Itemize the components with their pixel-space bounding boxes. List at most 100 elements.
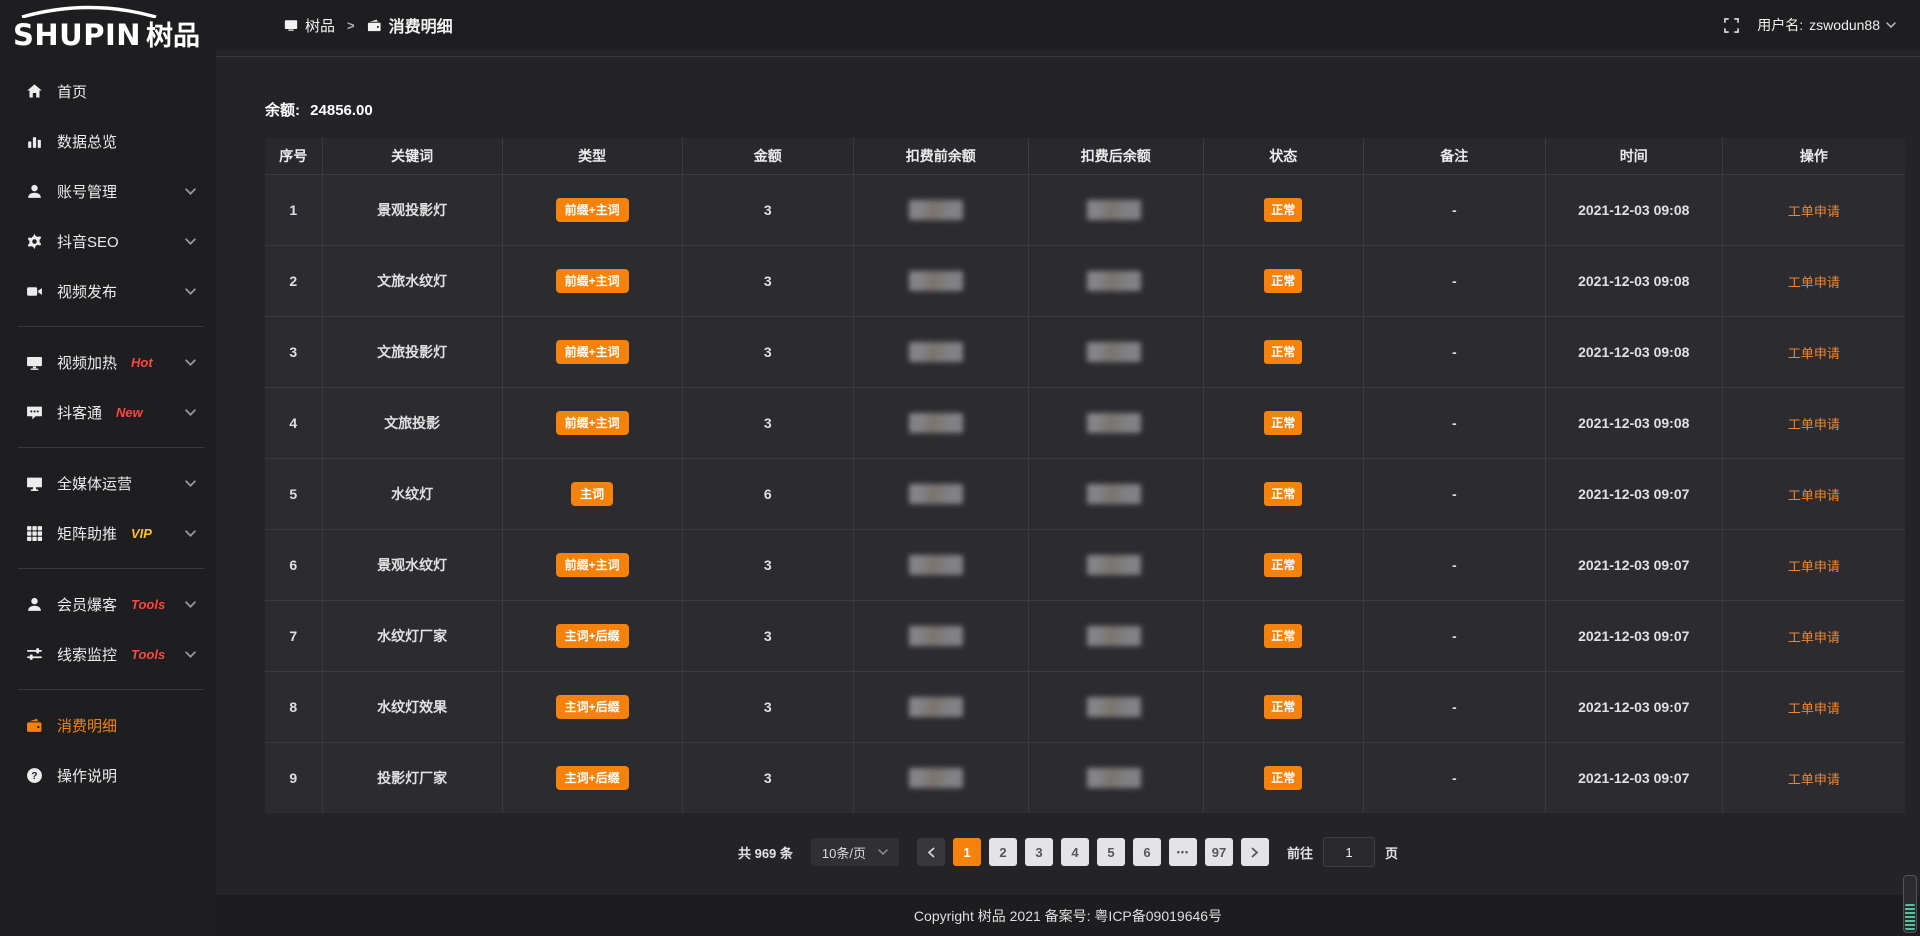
- sidebar-item-video-publish[interactable]: 视频发布: [0, 266, 216, 316]
- sidebar-item-clue-monitor[interactable]: 线索监控Tools: [0, 629, 216, 679]
- masked-balance: [909, 413, 963, 433]
- scrollbar-widget[interactable]: [1903, 875, 1917, 933]
- page-button-6[interactable]: 6: [1133, 838, 1161, 866]
- work-order-link[interactable]: 工单申请: [1788, 772, 1840, 787]
- cell-remark: -: [1363, 246, 1545, 317]
- sidebar-item-label: 全媒体运营: [57, 473, 132, 494]
- work-order-link[interactable]: 工单申请: [1788, 275, 1840, 290]
- cell-action: 工单申请: [1722, 459, 1905, 530]
- page-button-97[interactable]: 97: [1205, 838, 1233, 866]
- sidebar-divider: [18, 326, 204, 327]
- cell-index: 6: [265, 530, 322, 601]
- chevron-down-icon: [185, 530, 196, 537]
- sidebar-item-label: 数据总览: [57, 131, 117, 152]
- page-ellipsis-button[interactable]: •••: [1169, 838, 1197, 866]
- type-badge: 前缀+主词: [556, 269, 629, 293]
- topbar: 树品 > 消费明细 用户名: zswodun88: [216, 0, 1920, 50]
- goto-page-input[interactable]: [1323, 837, 1375, 867]
- cell-amount: 3: [682, 743, 853, 814]
- chevron-down-icon: [185, 188, 196, 195]
- page-button-4[interactable]: 4: [1061, 838, 1089, 866]
- sidebar-item-label: 视频加热: [57, 352, 117, 373]
- type-badge: 主词+后缀: [556, 766, 629, 790]
- balance-label: 余额:: [265, 102, 300, 119]
- cell-index: 3: [265, 317, 322, 388]
- column-header-balance-after: 扣费后余额: [1028, 138, 1203, 175]
- table-row: 9投影灯厂家主词+后缀3正常-2021-12-03 09:07工单申请: [265, 743, 1905, 814]
- sidebar-item-douyin-seo[interactable]: 抖音SEO: [0, 216, 216, 266]
- work-order-link[interactable]: 工单申请: [1788, 417, 1840, 432]
- sidebar-item-label: 操作说明: [57, 765, 117, 786]
- cell-keyword: 文旅水纹灯: [322, 246, 502, 317]
- cell-type: 主词: [502, 459, 682, 530]
- sidebar-item-member-baoke[interactable]: 会员爆客Tools: [0, 579, 216, 629]
- cell-index: 7: [265, 601, 322, 672]
- cell-index: 8: [265, 672, 322, 743]
- cell-balance-after: [1028, 743, 1203, 814]
- breadcrumb-item-current[interactable]: 消费明细: [367, 13, 453, 37]
- work-order-link[interactable]: 工单申请: [1788, 630, 1840, 645]
- cell-remark: -: [1363, 601, 1545, 672]
- sidebar-item-label: 视频发布: [57, 281, 117, 302]
- work-order-link[interactable]: 工单申请: [1788, 346, 1840, 361]
- cell-time: 2021-12-03 09:08: [1545, 317, 1722, 388]
- app-window-icon: [284, 18, 298, 32]
- copyright-text: Copyright 树品 2021 备案号: 粤ICP备09019646号: [914, 906, 1222, 926]
- cell-time: 2021-12-03 09:07: [1545, 530, 1722, 601]
- sidebar-item-matrix-boost[interactable]: 矩阵助推VIP: [0, 508, 216, 558]
- table-row: 1景观投影灯前缀+主词3正常-2021-12-03 09:08工单申请: [265, 175, 1905, 246]
- chat-icon: [25, 404, 44, 421]
- status-badge: 正常: [1264, 198, 1302, 222]
- cell-balance-after: [1028, 317, 1203, 388]
- masked-balance: [1087, 342, 1141, 362]
- status-badge: 正常: [1264, 340, 1302, 364]
- cell-balance-after: [1028, 175, 1203, 246]
- sidebar-item-label: 抖客通: [57, 402, 102, 423]
- sidebar-item-all-media[interactable]: 全媒体运营: [0, 458, 216, 508]
- sidebar-item-video-heat[interactable]: 视频加热Hot: [0, 337, 216, 387]
- header-divider: [216, 56, 1920, 57]
- masked-balance: [909, 484, 963, 504]
- cell-time: 2021-12-03 09:08: [1545, 246, 1722, 317]
- work-order-link[interactable]: 工单申请: [1788, 488, 1840, 503]
- cell-type: 前缀+主词: [502, 175, 682, 246]
- type-badge: 前缀+主词: [556, 553, 629, 577]
- cell-balance-before: [853, 601, 1028, 672]
- work-order-link[interactable]: 工单申请: [1788, 204, 1840, 219]
- prev-page-button[interactable]: [917, 838, 945, 866]
- sidebar-item-douketong[interactable]: 抖客通New: [0, 387, 216, 437]
- page-button-1[interactable]: 1: [953, 838, 981, 866]
- sidebar-item-label: 线索监控: [57, 644, 117, 665]
- cell-type: 前缀+主词: [502, 246, 682, 317]
- cell-index: 2: [265, 246, 322, 317]
- cell-balance-after: [1028, 459, 1203, 530]
- next-page-button[interactable]: [1241, 838, 1269, 866]
- sidebar-divider: [18, 689, 204, 690]
- status-badge: 正常: [1264, 482, 1302, 506]
- chevron-down-icon: [185, 651, 196, 658]
- cell-action: 工单申请: [1722, 246, 1905, 317]
- sidebar-item-account-management[interactable]: 账号管理: [0, 166, 216, 216]
- masked-balance: [909, 697, 963, 717]
- page-buttons: 123456 ••• 97: [917, 838, 1269, 866]
- work-order-link[interactable]: 工单申请: [1788, 559, 1840, 574]
- consumption-table: 序号关键词类型金额扣费前余额扣费后余额状态备注时间操作 1景观投影灯前缀+主词3…: [265, 138, 1905, 813]
- page-button-3[interactable]: 3: [1025, 838, 1053, 866]
- fullscreen-icon[interactable]: [1724, 18, 1739, 33]
- cell-remark: -: [1363, 388, 1545, 459]
- page-button-5[interactable]: 5: [1097, 838, 1125, 866]
- page-size-select[interactable]: 10条/页: [811, 838, 899, 866]
- type-badge: 主词: [571, 482, 613, 506]
- work-order-link[interactable]: 工单申请: [1788, 701, 1840, 716]
- sidebar-item-home[interactable]: 首页: [0, 66, 216, 116]
- cell-type: 前缀+主词: [502, 530, 682, 601]
- breadcrumb-item-home[interactable]: 树品: [284, 15, 335, 36]
- status-badge: 正常: [1264, 411, 1302, 435]
- sidebar-item-operation-guide[interactable]: ?操作说明: [0, 750, 216, 800]
- user-menu[interactable]: 用户名: zswodun88: [1757, 15, 1896, 35]
- page-button-2[interactable]: 2: [989, 838, 1017, 866]
- sidebar-item-data-overview[interactable]: 数据总览: [0, 116, 216, 166]
- cell-type: 主词+后缀: [502, 601, 682, 672]
- wallet-icon: [25, 717, 44, 734]
- sidebar-item-consume-detail[interactable]: 消费明细: [0, 700, 216, 750]
